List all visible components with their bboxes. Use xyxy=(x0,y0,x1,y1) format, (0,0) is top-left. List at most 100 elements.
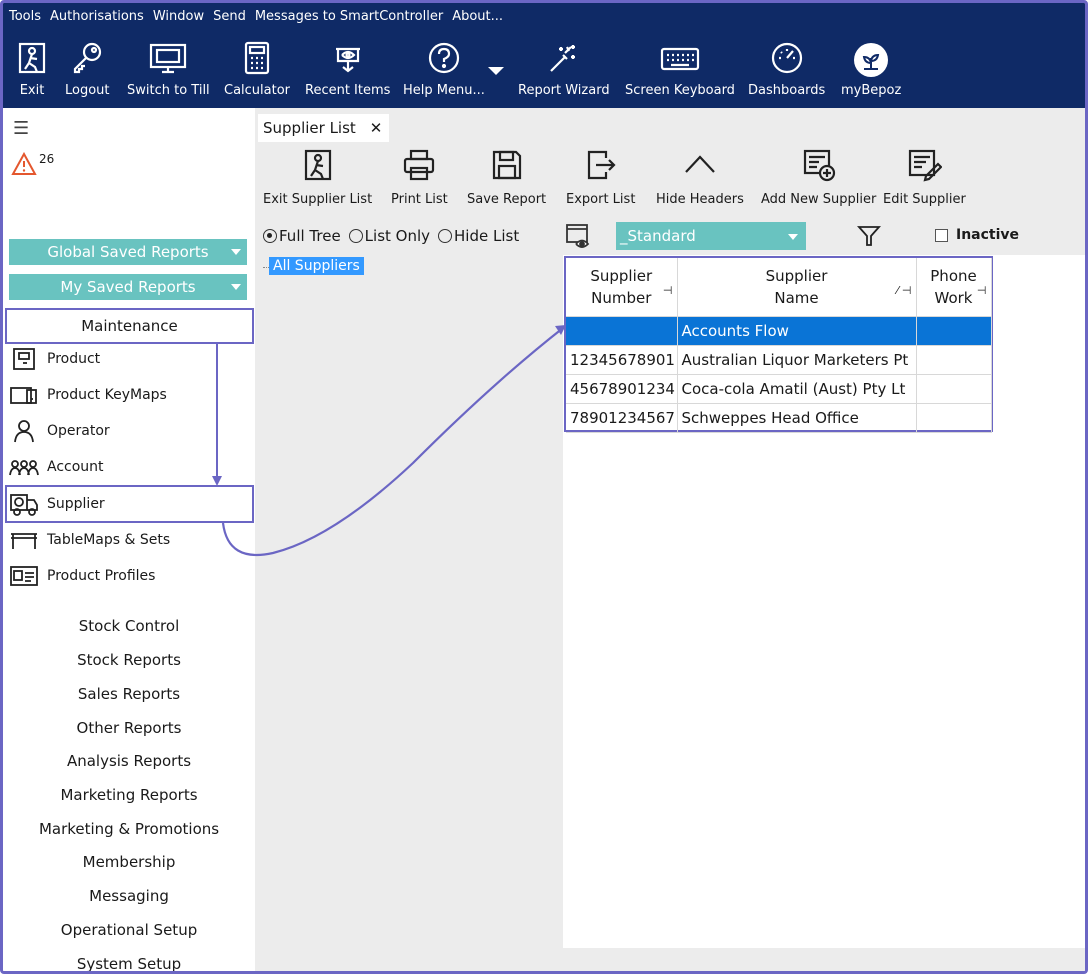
delivery-truck-icon xyxy=(9,492,39,516)
column-header-phone-work[interactable]: Phone Work ⊣ xyxy=(916,258,992,317)
section-analysis-reports[interactable]: Analysis Reports xyxy=(3,752,255,770)
cell-supplier-name: Accounts Flow xyxy=(677,316,917,346)
section-marketing-reports[interactable]: Marketing Reports xyxy=(3,786,255,804)
radio-selected-icon xyxy=(263,229,277,243)
add-new-supplier-button[interactable]: Add New Supplier xyxy=(761,148,876,207)
radio-full-tree[interactable]: Full Tree xyxy=(263,227,341,245)
switch-to-till-button[interactable]: Switch to Till xyxy=(127,41,210,98)
radio-label: List Only xyxy=(364,227,431,245)
report-layout-select[interactable]: _Standard xyxy=(616,222,806,250)
sidebar-item-label: Operator xyxy=(47,423,110,439)
dashboards-button[interactable]: Dashboards xyxy=(748,41,825,98)
section-marketing-promotions[interactable]: Marketing & Promotions xyxy=(3,820,255,838)
sidebar: ☰ 26 Global Saved Reports My Saved Repor… xyxy=(3,108,255,971)
radio-label: Full Tree xyxy=(279,227,341,245)
pin-icon[interactable]: ⊣ xyxy=(663,280,673,302)
view-mode-radio-group: Full Tree List Only Hide List xyxy=(263,227,519,245)
save-report-label: Save Report xyxy=(467,192,547,207)
filter-icon[interactable] xyxy=(856,224,882,252)
menu-window[interactable]: Window xyxy=(153,9,204,24)
section-other-reports[interactable]: Other Reports xyxy=(3,719,255,737)
screen-keyboard-button[interactable]: Screen Keyboard xyxy=(625,41,735,98)
keymap-icon xyxy=(9,383,39,407)
chevron-up-icon xyxy=(656,148,744,184)
exit-supplier-list-button[interactable]: Exit Supplier List xyxy=(263,148,372,207)
report-wizard-button[interactable]: Report Wizard xyxy=(518,41,610,98)
section-stock-reports[interactable]: Stock Reports xyxy=(3,651,255,669)
sidebar-item-account[interactable]: Account xyxy=(9,455,104,479)
menu-send[interactable]: Send xyxy=(213,9,246,24)
section-messaging[interactable]: Messaging xyxy=(3,887,255,905)
cell-phone-work xyxy=(916,316,992,346)
supplier-grid: Supplier Number ⊣ Supplier Name ⁄ ⊣ Phone Wor… xyxy=(564,256,993,433)
help-icon xyxy=(403,41,485,77)
sidebar-item-label: Product Profiles xyxy=(47,568,156,584)
radio-hide-list[interactable]: Hide List xyxy=(438,227,519,245)
cell-supplier-number: 12345678901 xyxy=(566,345,678,375)
logout-button[interactable]: Logout xyxy=(65,41,110,98)
switch-to-till-label: Switch to Till xyxy=(127,83,210,98)
export-list-button[interactable]: Export List xyxy=(566,148,635,207)
hide-headers-button[interactable]: Hide Headers xyxy=(656,148,744,207)
print-list-button[interactable]: Print List xyxy=(391,148,448,207)
calculator-label: Calculator xyxy=(224,83,291,98)
hamburger-menu-icon[interactable]: ☰ xyxy=(13,118,29,139)
exit-icon xyxy=(263,148,372,184)
pin-icon[interactable]: ⊣ xyxy=(977,280,987,302)
menu-tools[interactable]: Tools xyxy=(9,9,41,24)
table-row[interactable]: 78901234567 Schweppes Head Office xyxy=(566,403,992,433)
supplier-grid-area: Supplier Number ⊣ Supplier Name ⁄ ⊣ Phone Wor… xyxy=(563,255,1085,951)
section-membership[interactable]: Membership xyxy=(3,853,255,871)
edit-supplier-label: Edit Supplier xyxy=(883,192,966,207)
cell-supplier-number xyxy=(566,316,678,346)
checkbox-icon xyxy=(935,228,948,242)
alert-indicator[interactable]: 26 xyxy=(11,152,54,176)
save-report-button[interactable]: Save Report xyxy=(467,148,546,207)
recent-items-button[interactable]: Recent Items xyxy=(305,41,390,98)
sidebar-item-supplier[interactable]: Supplier xyxy=(9,492,105,516)
global-saved-reports-dropdown[interactable]: Global Saved Reports xyxy=(9,239,247,265)
section-operational-setup[interactable]: Operational Setup xyxy=(3,921,255,939)
close-icon[interactable]: ✕ xyxy=(370,119,383,137)
radio-label: Hide List xyxy=(454,227,520,245)
section-stock-control[interactable]: Stock Control xyxy=(3,617,255,635)
sidebar-item-product-keymaps[interactable]: Product KeyMaps xyxy=(9,383,167,407)
my-saved-reports-dropdown[interactable]: My Saved Reports xyxy=(9,274,247,300)
sidebar-item-product-profiles[interactable]: Product Profiles xyxy=(9,564,155,588)
section-sales-reports[interactable]: Sales Reports xyxy=(3,685,255,703)
sidebar-item-tablemaps[interactable]: TableMaps & Sets xyxy=(9,528,170,552)
column-header-supplier-number[interactable]: Supplier Number ⊣ xyxy=(566,258,678,317)
menu-messages[interactable]: Messages to SmartController xyxy=(255,9,443,24)
sidebar-item-product[interactable]: Product xyxy=(9,347,100,371)
help-menu-button[interactable]: Help Menu... xyxy=(403,41,485,98)
tree-node-all-suppliers[interactable]: All Suppliers xyxy=(269,257,364,275)
table-row[interactable]: Accounts Flow xyxy=(566,316,992,346)
calculator-icon xyxy=(224,41,290,77)
menu-about[interactable]: About... xyxy=(452,9,503,24)
alert-count: 26 xyxy=(39,152,55,166)
tab-supplier-list[interactable]: Supplier List ✕ xyxy=(258,114,389,142)
radio-icon xyxy=(438,229,453,243)
exit-button[interactable]: Exit xyxy=(17,41,47,98)
sort-pin-icon[interactable]: ⁄ ⊣ xyxy=(897,280,912,302)
export-list-label: Export List xyxy=(566,192,636,207)
sidebar-item-label: Product KeyMaps xyxy=(47,387,167,403)
radio-list-only[interactable]: List Only xyxy=(348,227,431,245)
header-text: Supplier xyxy=(590,266,653,285)
edit-supplier-button[interactable]: Edit Supplier xyxy=(883,148,966,207)
mybepoz-button[interactable]: myBepoz xyxy=(841,41,901,98)
maintenance-section[interactable]: Maintenance xyxy=(5,308,254,344)
cell-supplier-name: Schweppes Head Office xyxy=(677,403,917,433)
sidebar-item-operator[interactable]: Operator xyxy=(9,419,110,443)
report-wizard-label: Report Wizard xyxy=(518,83,610,98)
section-system-setup[interactable]: System Setup xyxy=(3,955,255,971)
chevron-down-icon xyxy=(788,234,798,240)
help-dropdown-arrow[interactable] xyxy=(487,65,505,80)
inactive-checkbox[interactable]: Inactive xyxy=(935,227,1019,243)
calculator-button[interactable]: Calculator xyxy=(224,41,290,98)
view-layout-icon[interactable] xyxy=(565,222,593,254)
table-row[interactable]: 45678901234 Coca-cola Amatil (Aust) Pty … xyxy=(566,374,992,404)
table-row[interactable]: 12345678901 Australian Liquor Marketers … xyxy=(566,345,992,375)
column-header-supplier-name[interactable]: Supplier Name ⁄ ⊣ xyxy=(677,258,917,317)
menu-authorisations[interactable]: Authorisations xyxy=(50,9,144,24)
